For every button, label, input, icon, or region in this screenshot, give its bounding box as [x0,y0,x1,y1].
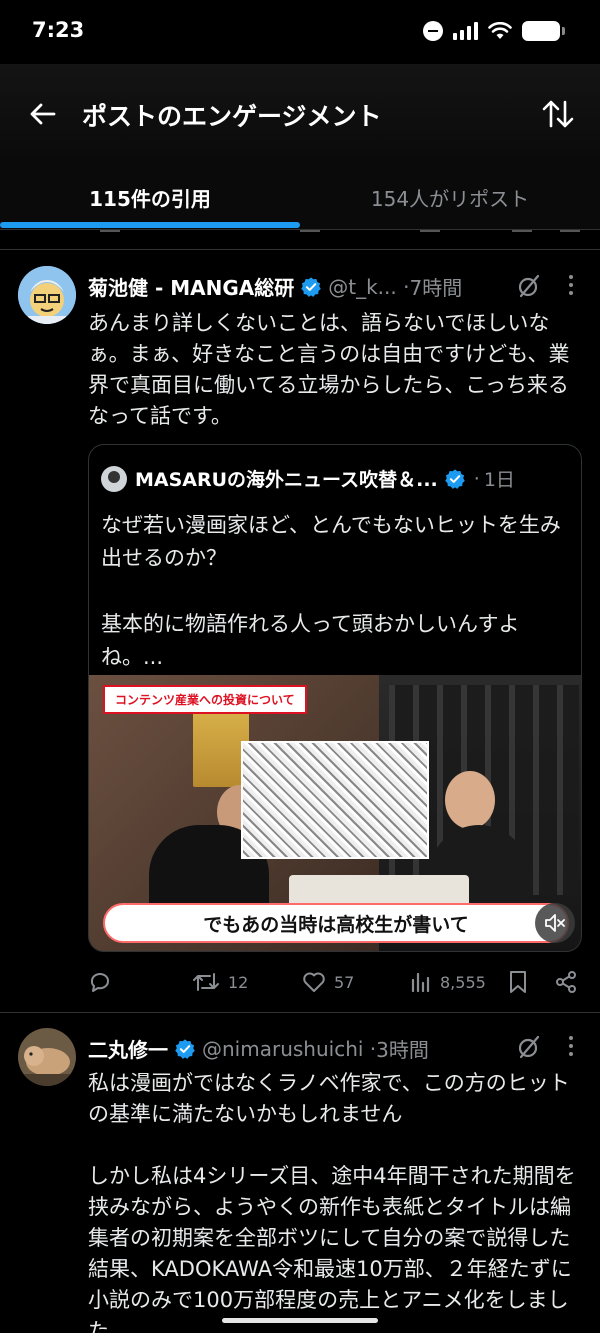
grok-button[interactable] [514,271,544,301]
avatar[interactable] [18,1028,76,1086]
reply-icon [90,973,109,992]
avatar[interactable] [18,266,76,324]
author-handle[interactable]: @nimarushuichi [202,1037,363,1061]
cellular-signal-icon [453,22,478,40]
post-actions: 12 57 8,555 [88,962,588,1002]
battery-icon [522,21,565,41]
page-title: ポストのエンゲージメント [82,102,382,131]
more-options-button[interactable] [564,270,578,300]
views-button[interactable]: 8,555 [410,962,486,1002]
wifi-icon [488,22,512,39]
active-tab-indicator [0,222,300,228]
top-app-bar: ポストのエンゲージメント [0,64,600,164]
post-header: 菊池健 - MANGA総研 @t_k... · 7時間 [88,272,462,301]
post-header: 二丸修一 @nimarushuichi · 3時間 [88,1034,429,1063]
avatar-illustration [18,266,76,324]
avatar-photo [18,1028,76,1086]
like-button[interactable]: 57 [302,962,354,1002]
post-text: あんまり詳しくないことは、語らないでほしいなぁ。まぁ、好きなこと言うのは自由です… [88,311,570,428]
post-divider [0,249,600,250]
author-name[interactable]: 菊池健 - MANGA総研 [88,272,294,301]
video-topic-label: コンテンツ産業への投資について [103,685,307,714]
status-icons [423,21,565,41]
repost-icon [193,973,219,991]
bookmark-button[interactable] [508,962,528,1002]
status-bar: 7:23 [0,0,600,64]
tab-reposts[interactable]: 154人がリポスト [300,164,600,230]
sort-button[interactable] [536,94,580,134]
repost-button[interactable]: 12 [192,962,248,1002]
sort-arrows-icon [542,100,574,128]
quoted-post-time: 1日 [483,469,515,491]
share-icon [556,971,576,993]
author-handle[interactable]: @t_k... [328,275,397,299]
grok-button[interactable] [514,1032,544,1062]
speaker-muted-icon [545,914,565,932]
verified-badge-icon [301,276,322,297]
post-divider [0,1012,600,1013]
quoted-avatar [101,465,127,492]
grok-icon [518,1035,540,1059]
mute-button[interactable] [535,903,575,943]
do-not-disturb-icon [423,21,443,41]
post-time[interactable]: 3時間 [376,1034,429,1063]
tab-quotes[interactable]: 115件の引用 [0,164,300,230]
post-time[interactable]: 7時間 [409,272,462,301]
repost-count: 12 [228,972,249,992]
bookmark-icon [510,971,526,993]
quoted-post[interactable]: MASARUの海外ニュース吹替＆... · 1日 なぜ若い漫画家ほど、とんでもな… [88,444,582,952]
grok-icon [518,274,540,298]
quoted-post-text: なぜ若い漫画家ほど、とんでもないヒットを生み出せるのか？ 基本的に物語作れる人っ… [101,513,561,669]
home-indicator [222,1318,378,1323]
video-caption: でもあの当時は高校生が書いて [103,903,569,943]
back-button[interactable] [22,94,62,134]
quoted-post-header: MASARUの海外ニュース吹替＆... · 1日 [101,465,515,492]
quoted-author-name: MASARUの海外ニュース吹替＆... [135,469,438,491]
more-options-button[interactable] [564,1031,578,1061]
view-count: 8,555 [440,972,486,992]
verified-badge-icon [175,1038,195,1059]
engagement-tabs: 115件の引用 154人がリポスト [0,164,600,230]
verified-badge-icon [444,468,465,489]
heart-icon [303,972,325,992]
manga-page-image [241,741,429,859]
like-count: 57 [334,972,355,992]
author-name[interactable]: 二丸修一 [88,1034,168,1063]
share-button[interactable] [554,962,578,1002]
back-arrow-icon [30,103,56,125]
post-text: 私は漫画がではなくラノベ作家で、この方のヒットの基準に満たないかもしれません し… [88,1071,576,1333]
reply-button[interactable] [88,962,120,1002]
quoted-video[interactable]: コンテンツ産業への投資について でもあの当時は高校生が書いて [89,675,581,951]
views-chart-icon [411,972,430,993]
status-time: 7:23 [32,18,85,42]
previous-post-peek [0,230,600,250]
